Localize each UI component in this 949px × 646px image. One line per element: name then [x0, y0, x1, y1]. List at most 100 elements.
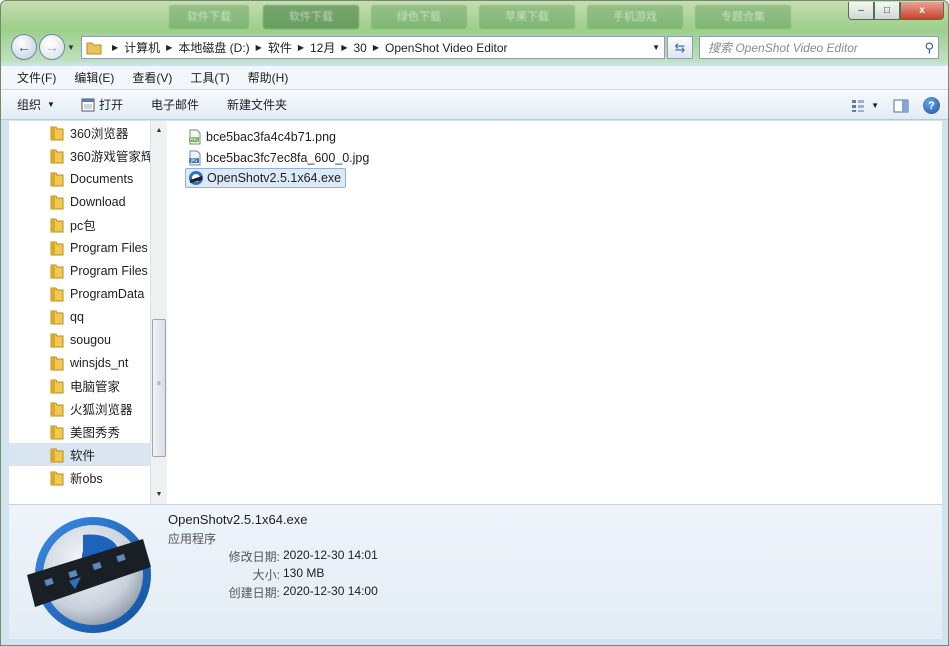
breadcrumb-separator-icon[interactable]: ▶ — [166, 43, 172, 52]
tree-item-folder[interactable]: Program Files — [9, 236, 151, 259]
forward-button[interactable]: → — [39, 34, 65, 60]
minimize-button[interactable]: – — [848, 2, 874, 20]
blurred-tab: 软件下载 — [169, 5, 249, 29]
tree-item-folder[interactable]: ProgramData — [9, 282, 151, 305]
jpg-file-icon: JPG — [189, 150, 201, 166]
file-item[interactable]: JPG bce5bac3fc7ec8fa_600_0.jpg — [185, 148, 373, 168]
search-icon[interactable]: ⚲ — [924, 40, 934, 56]
file-item[interactable]: PNG bce5bac3fa4c4b71.png — [185, 127, 340, 147]
tree-item-folder[interactable]: 新obs — [9, 466, 151, 489]
breadcrumb-separator-icon[interactable]: ▶ — [298, 43, 304, 52]
menu-bar: 文件(F) 编辑(E) 查看(V) 工具(T) 帮助(H) — [1, 65, 948, 89]
address-dropdown-chevron-icon[interactable]: ▼ — [652, 43, 660, 52]
breadcrumb-drive[interactable]: 本地磁盘 (D:) — [178, 39, 249, 56]
tree-item-folder[interactable]: sougou — [9, 328, 151, 351]
breadcrumb-computer[interactable]: 计算机 — [124, 39, 160, 56]
size-value: 130 MB — [283, 566, 325, 580]
svg-text:PNG: PNG — [190, 137, 199, 142]
tree-item-label: 360浏览器 — [70, 127, 129, 141]
tree-item-folder[interactable]: 360浏览器 — [9, 121, 151, 144]
view-dropdown-chevron-icon[interactable]: ▼ — [871, 101, 879, 110]
svg-text:JPG: JPG — [190, 158, 198, 163]
menu-edit[interactable]: 编辑(E) — [72, 67, 116, 88]
tree-item-folder[interactable]: 软件 — [9, 443, 151, 466]
file-name: OpenShotv2.5.1x64.exe — [207, 171, 342, 185]
scrollbar-thumb[interactable]: ≡ — [152, 319, 166, 457]
organize-button[interactable]: 组织 ▼ — [1, 89, 65, 120]
chevron-down-icon: ▼ — [47, 100, 55, 109]
search-input[interactable]: 搜索 OpenShot Video Editor ⚲ — [699, 36, 939, 59]
created-label: 创建日期: — [228, 586, 280, 600]
open-app-icon — [81, 98, 95, 111]
openshot-logo-icon — [27, 517, 151, 633]
details-file-name: OpenShotv2.5.1x64.exe — [168, 512, 308, 527]
blurred-tab: 专题合集 — [695, 5, 791, 29]
open-button[interactable]: 打开 — [71, 89, 133, 120]
view-options-icon[interactable] — [851, 99, 865, 113]
breadcrumb-current-folder[interactable]: OpenShot Video Editor — [385, 41, 508, 55]
breadcrumb-day[interactable]: 30 — [354, 41, 367, 55]
maximize-button[interactable]: □ — [874, 2, 900, 20]
tree-item-label: Program Files — [70, 263, 148, 278]
tree-item-folder[interactable]: Documents — [9, 167, 151, 190]
breadcrumb-separator-icon[interactable]: ▶ — [112, 43, 118, 52]
tree-item-folder[interactable]: qq — [9, 305, 151, 328]
search-placeholder: 搜索 OpenShot Video Editor — [708, 41, 858, 55]
refresh-icon: ⇆ — [674, 39, 686, 55]
tree-item-folder[interactable]: 电脑管家 — [9, 374, 151, 397]
breadcrumb-separator-icon[interactable]: ▶ — [341, 43, 347, 52]
tree-item-folder[interactable]: pc包 — [9, 213, 151, 236]
details-modified-row: 修改日期: — [168, 548, 280, 564]
tree-item-label: pc包 — [70, 219, 96, 233]
back-button[interactable]: ← — [11, 34, 37, 60]
menu-view[interactable]: 查看(V) — [130, 67, 174, 88]
preview-pane-icon[interactable] — [893, 99, 909, 113]
tree-item-label: 电脑管家 — [70, 380, 121, 394]
blurred-tab: 绿色下载 — [371, 5, 467, 29]
tree-item-folder[interactable]: 360游戏管家辉 — [9, 144, 151, 167]
tree-item-folder[interactable]: winsjds_nt — [9, 351, 151, 374]
window-controls: – □ x — [848, 2, 944, 20]
scroll-up-arrow-icon[interactable]: ▲ — [151, 123, 167, 139]
refresh-button[interactable]: ⇆ — [667, 36, 693, 59]
scroll-down-arrow-icon[interactable]: ▼ — [151, 487, 167, 503]
email-button[interactable]: 电子邮件 — [141, 89, 209, 120]
details-pane: OpenShotv2.5.1x64.exe 应用程序 修改日期: 2020-12… — [9, 504, 942, 639]
breadcrumb-month[interactable]: 12月 — [310, 39, 335, 56]
tree-item-folder[interactable]: Program Files — [9, 259, 151, 282]
blurred-tab: 手机游戏 — [587, 5, 683, 29]
folder-icon — [50, 310, 64, 325]
recent-pages-chevron-icon[interactable]: ▼ — [67, 43, 77, 53]
breadcrumb-software[interactable]: 软件 — [268, 39, 292, 56]
tree-item-folder[interactable]: 火狐浏览器 — [9, 397, 151, 420]
breadcrumb-separator-icon[interactable]: ▶ — [256, 43, 262, 52]
folder-icon — [50, 379, 64, 394]
folder-icon — [50, 425, 64, 440]
tree-item-label: 美图秀秀 — [70, 426, 121, 440]
address-bar[interactable]: ▶ 计算机 ▶ 本地磁盘 (D:) ▶ 软件 ▶ 12月 ▶ 30 ▶ Open… — [81, 36, 665, 59]
openshot-app-icon — [189, 171, 203, 185]
blurred-tab: 苹果下载 — [479, 5, 575, 29]
command-bar: 组织 ▼ 打开 电子邮件 新建文件夹 ▼ ? — [1, 89, 948, 121]
navigation-pane: 360浏览器 360游戏管家辉 Documents Download pc包 Progra… — [9, 121, 167, 504]
nav-pane-scrollbar[interactable]: ▲ ≡ ▼ — [150, 121, 167, 504]
file-list-pane[interactable]: PNG bce5bac3fa4c4b71.png JPG bce5bac3fc7… — [167, 121, 942, 504]
explorer-window: 软件下载 软件下载 绿色下载 苹果下载 手机游戏 专题合集 – □ x ← → … — [0, 0, 949, 646]
help-icon[interactable]: ? — [923, 97, 940, 114]
tree-item-folder[interactable]: 美图秀秀 — [9, 420, 151, 443]
details-size-row: 大小: — [168, 566, 280, 582]
created-value: 2020-12-30 14:00 — [283, 584, 378, 598]
breadcrumb-separator-icon[interactable]: ▶ — [373, 43, 379, 52]
tree-item-folder[interactable]: Download — [9, 190, 151, 213]
menu-help[interactable]: 帮助(H) — [246, 67, 291, 88]
menu-tools[interactable]: 工具(T) — [188, 67, 231, 88]
menu-file[interactable]: 文件(F) — [15, 67, 58, 88]
new-folder-button[interactable]: 新建文件夹 — [217, 89, 297, 120]
email-label: 电子邮件 — [150, 98, 199, 112]
folder-icon — [50, 241, 64, 256]
scrollbar-grip-icon: ≡ — [157, 381, 161, 387]
close-button[interactable]: x — [900, 2, 944, 20]
folder-icon — [50, 287, 64, 302]
command-bar-right: ▼ ? — [851, 90, 940, 121]
file-item-selected[interactable]: OpenShotv2.5.1x64.exe — [185, 168, 347, 188]
